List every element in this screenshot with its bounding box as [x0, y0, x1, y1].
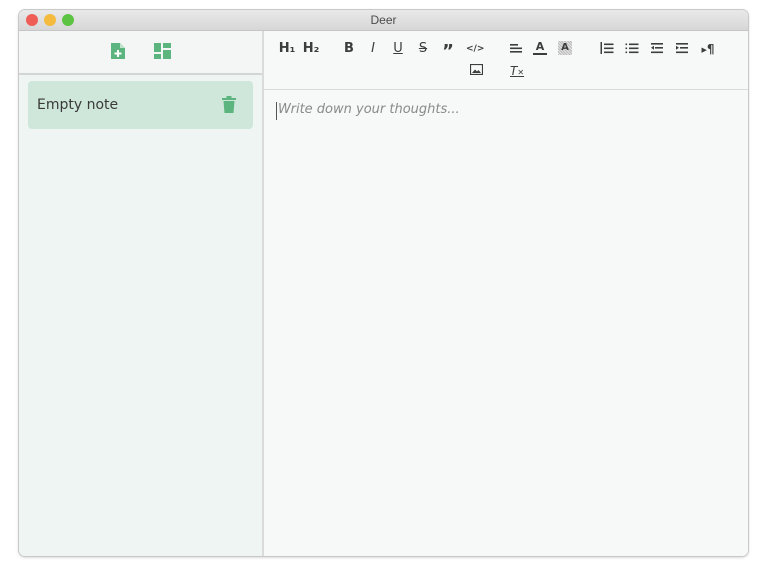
window-title: Deer — [370, 13, 397, 27]
underline-button[interactable]: U — [391, 41, 405, 57]
outdent-button[interactable] — [650, 41, 664, 57]
indent-icon — [676, 43, 688, 54]
bullet-list-icon — [625, 43, 639, 54]
editor-pane: H₁ H₂ B I U S ” </> A A ▶¶ T✕ Write down… — [264, 31, 748, 556]
editor-placeholder: Write down your thoughts... — [278, 102, 460, 117]
italic-button[interactable]: I — [366, 41, 380, 57]
text-direction-button[interactable]: ▶¶ — [700, 41, 716, 57]
background-color-button[interactable]: A — [558, 41, 572, 55]
image-icon — [470, 64, 483, 75]
formatting-toolbar: H₁ H₂ B I U S ” </> A A ▶¶ T✕ — [264, 31, 748, 90]
bullet-list-button[interactable] — [625, 41, 639, 57]
text-cursor — [276, 102, 277, 120]
align-button[interactable] — [509, 41, 523, 57]
ordered-list-button[interactable] — [600, 41, 614, 57]
blockquote-button[interactable]: ” — [441, 41, 455, 62]
sidebar-header — [19, 31, 262, 75]
title-bar[interactable]: Deer — [19, 10, 748, 31]
text-color-button[interactable]: A — [533, 40, 547, 55]
note-list-item[interactable]: Empty note — [28, 81, 253, 129]
new-note-icon[interactable] — [110, 42, 128, 60]
strikethrough-button[interactable]: S — [416, 41, 430, 57]
app-window: Deer Empty note H₁ H₂ B I U S ” </> A A … — [19, 10, 748, 556]
note-editor[interactable]: Write down your thoughts... — [264, 90, 748, 556]
heading-2-button[interactable]: H₂ — [302, 41, 320, 57]
outdent-icon — [651, 43, 663, 54]
bold-button[interactable]: B — [342, 41, 356, 57]
clear-x-icon: ✕ — [517, 68, 525, 77]
note-title: Empty note — [37, 97, 119, 113]
indent-button[interactable] — [675, 41, 689, 57]
heading-1-button[interactable]: H₁ — [278, 41, 296, 57]
delete-note-icon[interactable] — [222, 96, 236, 114]
align-icon — [510, 44, 522, 53]
sidebar: Empty note — [19, 31, 264, 556]
clear-formatting-button[interactable]: T✕ — [510, 63, 524, 79]
layout-icon[interactable] — [154, 42, 172, 60]
code-block-button[interactable]: </> — [466, 41, 484, 57]
image-button[interactable] — [470, 64, 484, 80]
ordered-list-icon — [600, 42, 614, 54]
pilcrow-icon: ¶ — [706, 42, 715, 56]
